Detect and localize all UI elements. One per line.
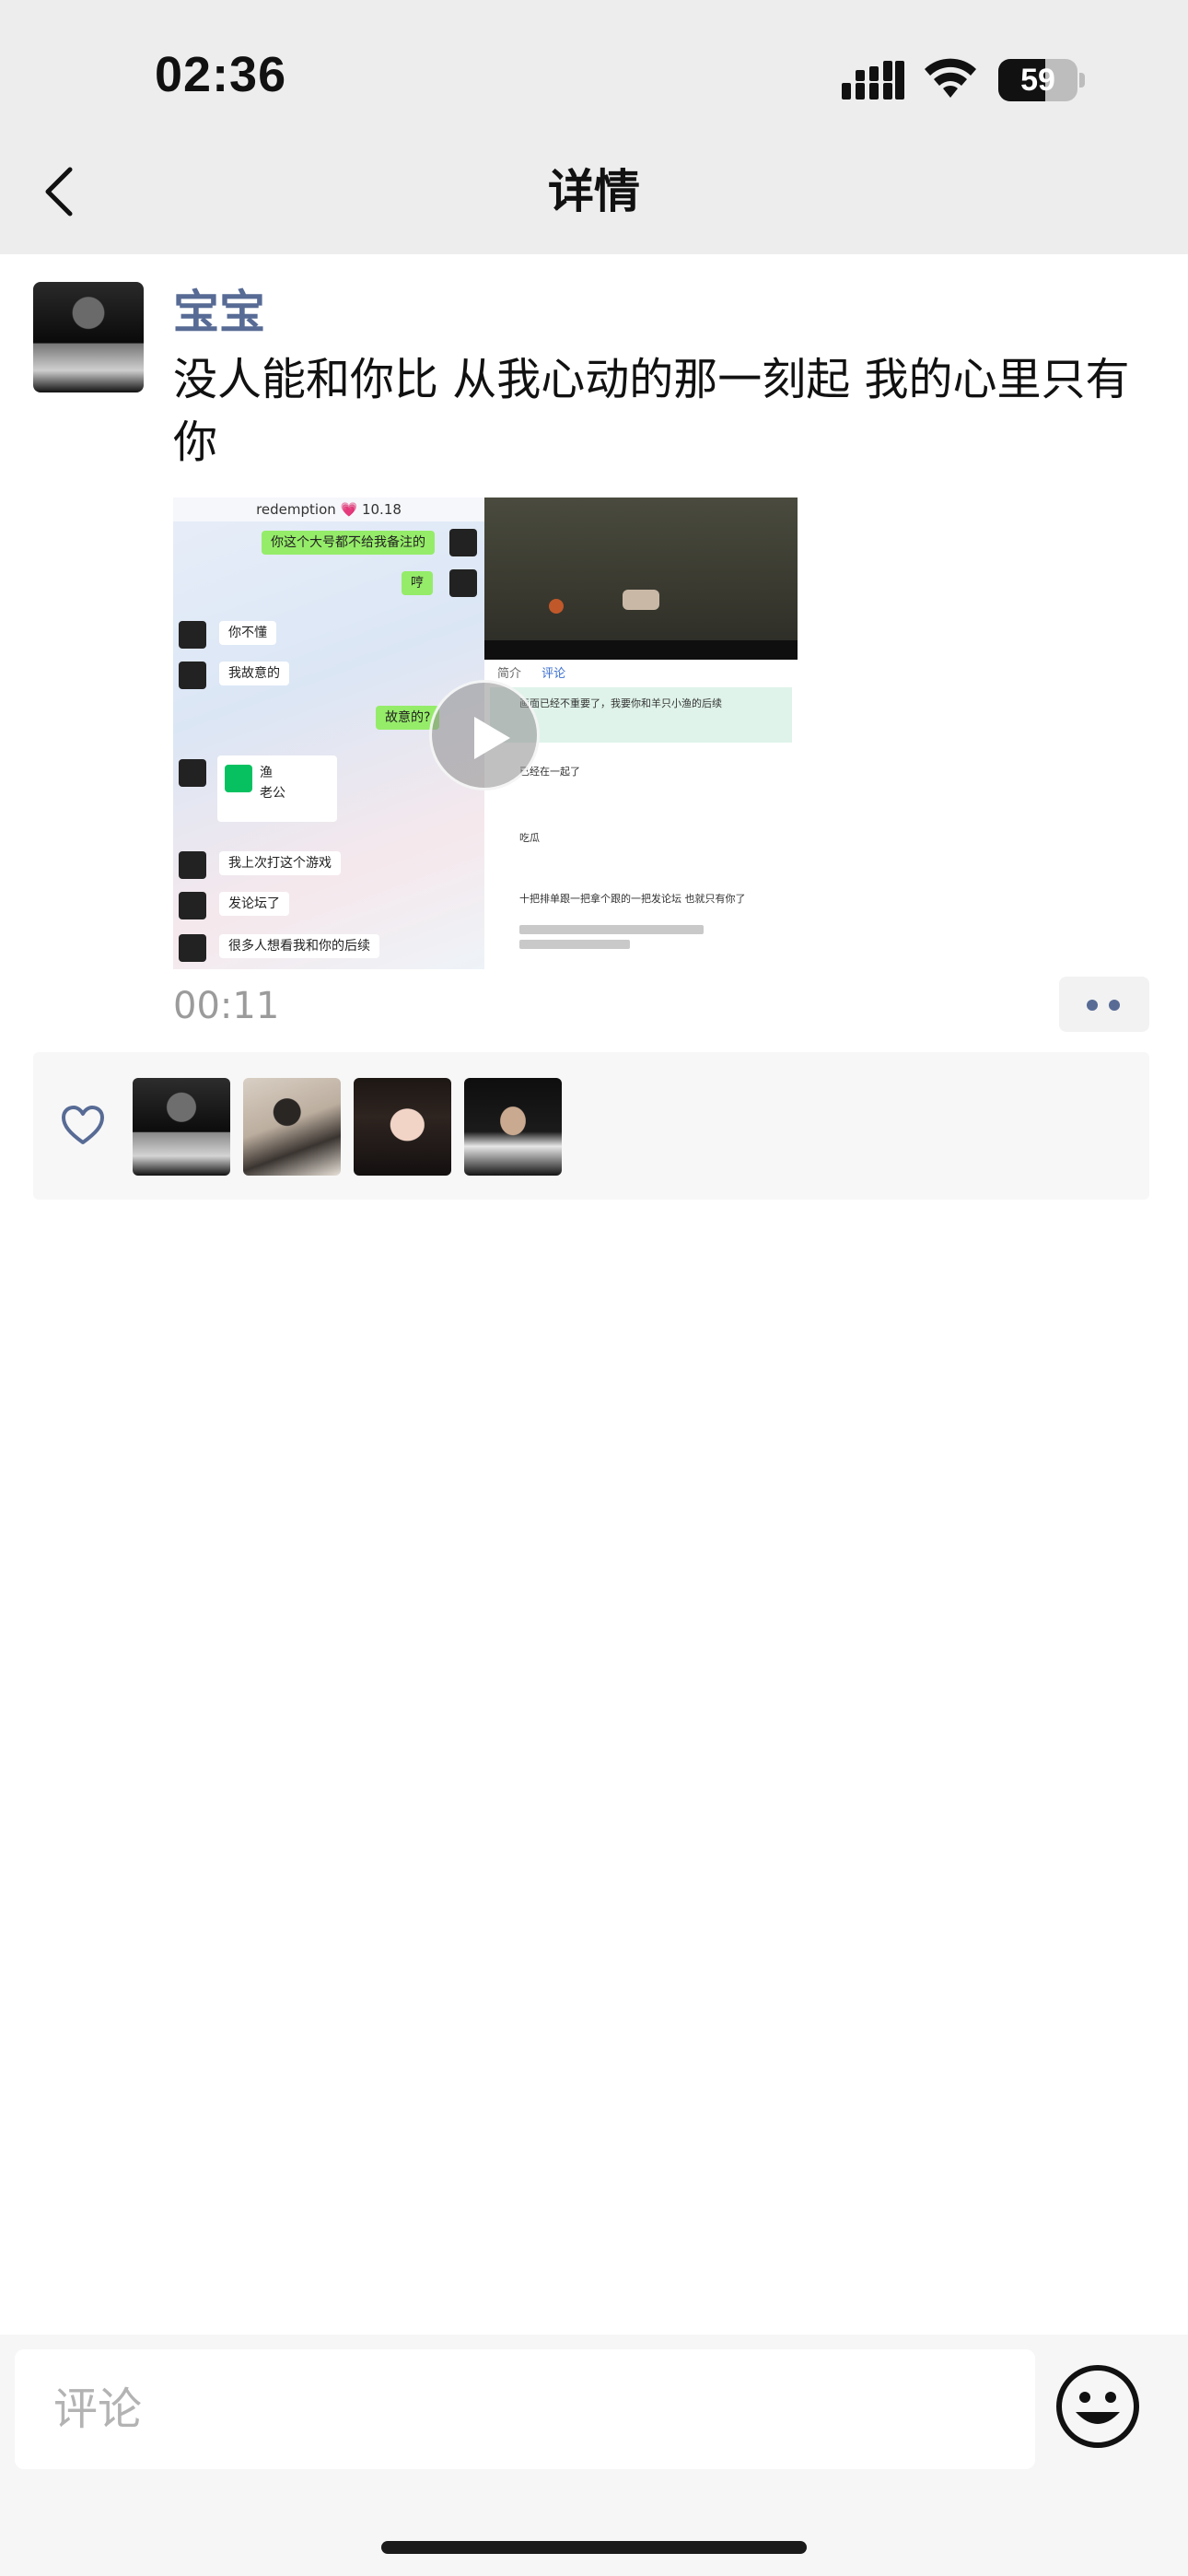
more-dots-icon [1109,1000,1120,1011]
header: 02:36 59 详情 [0,0,1188,254]
video-chat-message: 我故意的 [219,662,289,685]
video-chat-message: 哼 [402,571,433,595]
author-avatar[interactable] [33,282,144,392]
cellular-signal-icon [842,61,904,100]
video-duration: 00:11 [173,985,280,1027]
video-comment: 十把排单跟一把拿个跟的一把发论坛 也就只有你了 [519,893,746,905]
wifi-icon [925,58,976,98]
video-chat-card-subtitle: 老公 [260,786,285,801]
page-title: 详情 [548,165,640,218]
status-time: 02:36 [155,47,287,102]
emoji-smile-icon [1056,2365,1139,2448]
video-chat-message: 我上次打这个游戏 [219,851,341,875]
liker-avatar-3[interactable] [354,1078,451,1176]
comment-input[interactable] [15,2349,1035,2469]
liker-avatar-2[interactable] [243,1078,341,1176]
video-comment: 已经在一起了 [519,766,580,778]
video-comments-tabs: 简介 评论 [497,667,566,681]
video-chat-card-title: 渔 [260,766,273,780]
video-chat-message: 发论坛了 [219,892,289,916]
video-chat-message: 你这个大号都不给我备注的 [262,531,435,555]
more-button[interactable] [1059,977,1149,1032]
play-icon [474,717,510,759]
play-button[interactable] [429,680,540,790]
liker-avatar-1[interactable] [133,1078,230,1176]
emoji-button[interactable] [1054,2362,1142,2451]
more-dots-icon [1087,1000,1098,1011]
battery-percentage: 59 [1020,62,1055,98]
battery-indicator: 59 [998,59,1085,101]
comment-bar [0,2335,1188,2576]
video-chat-message: 你不懂 [219,621,276,645]
post-text: 没人能和你比 从我心动的那一刻起 我的心里只有你 [173,354,1130,468]
liker-avatar-4[interactable] [464,1078,562,1176]
video-chat-header: redemption 💗 10.18 [173,498,484,521]
likes-panel [33,1052,1149,1200]
video-thumbnail[interactable]: redemption 💗 10.18 你这个大号都不给我备注的 哼 你不懂 我故… [173,498,798,969]
home-indicator [381,2541,807,2554]
video-game-scene [484,498,798,660]
heart-outline-icon [62,1106,104,1144]
video-comment: 画面已经不重要了，我要你和羊只小渔的后续 [519,697,722,709]
video-comment: 吃瓜 [519,832,540,844]
author-name[interactable]: 宝宝 [173,282,265,343]
video-chat-message: 很多人想看我和你的后续 [219,934,379,958]
